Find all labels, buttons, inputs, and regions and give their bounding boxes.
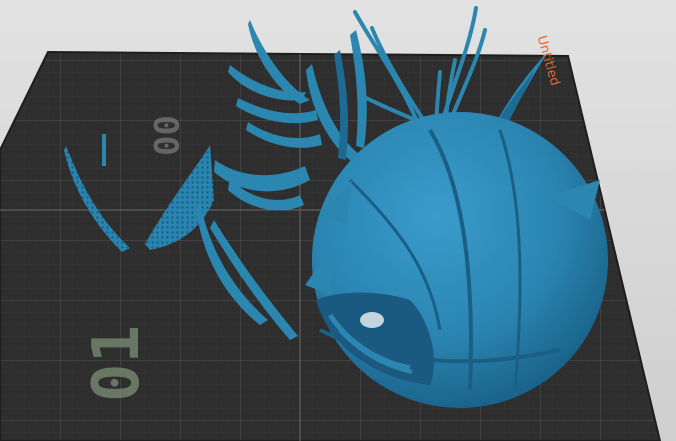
plate-number-front: 01 (80, 324, 154, 402)
small-strip-part (102, 134, 106, 166)
plate-number-back: 00 (145, 115, 185, 156)
3d-viewport[interactable]: Untitled 00 01 (0, 0, 676, 441)
